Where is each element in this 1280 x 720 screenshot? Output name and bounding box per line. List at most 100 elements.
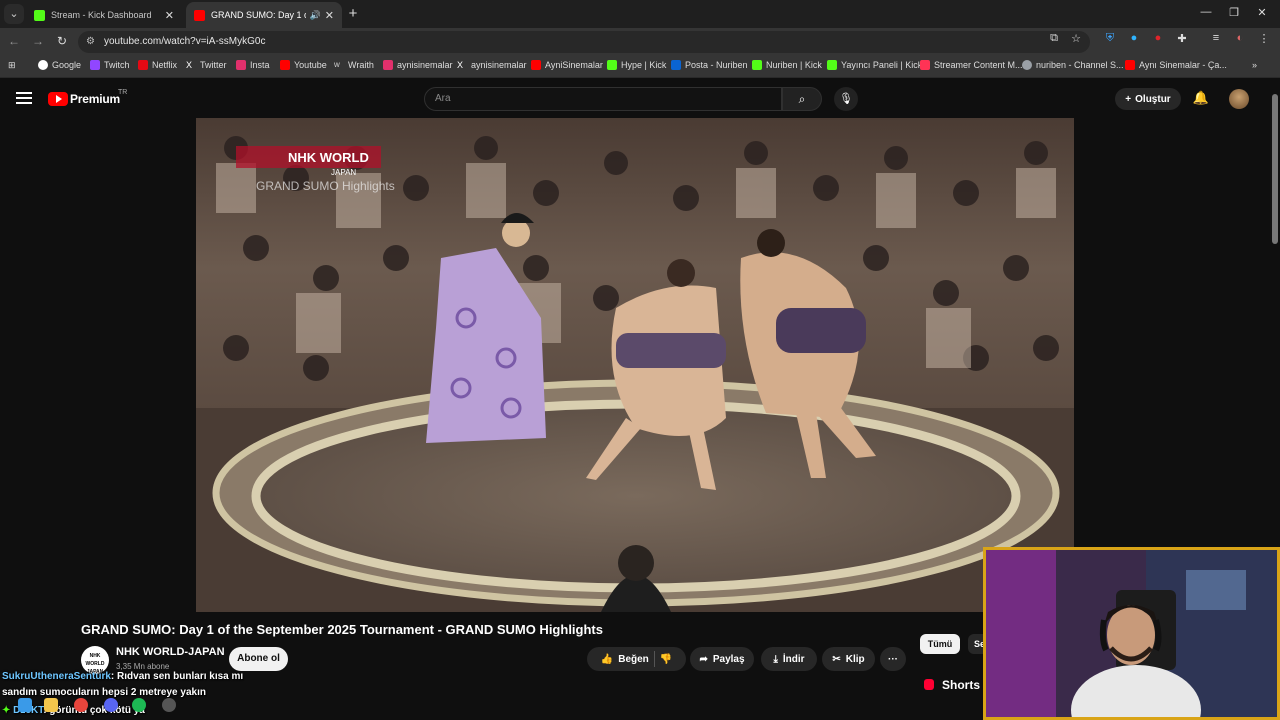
bookmark-ayni-sinemalar[interactable]: Aynı Sinemalar - Ça... [1125, 60, 1227, 70]
new-tab-button[interactable]: + [344, 5, 362, 22]
youtube-brand-label[interactable]: Premium [70, 92, 120, 106]
page-scrollbar-thumb[interactable] [1272, 94, 1278, 244]
share-icon: ➦ [699, 653, 708, 665]
bookmark-label: Twitter [200, 60, 227, 70]
bookmark-posta[interactable]: Posta - Nuriben [671, 60, 748, 70]
x-icon: X [457, 60, 464, 70]
profile-icon[interactable]: ◐ [1232, 32, 1248, 44]
brand-region-label: TR [118, 89, 128, 96]
spotify-icon[interactable] [132, 698, 146, 712]
tab-search-button[interactable]: ⌄ [4, 4, 24, 24]
youtube-logo-icon[interactable] [48, 92, 68, 106]
extension-globe-icon[interactable]: ● [1126, 32, 1142, 44]
bookmark-label: aynisinemalar [471, 60, 527, 70]
channel-avatar[interactable]: NHK WORLD JAPAN [81, 646, 109, 675]
apps-grid-icon[interactable]: ⊞ [8, 60, 16, 71]
bookmark-label: nuriben - Channel S... [1036, 60, 1124, 70]
bookmark-aynisinemalar-x[interactable]: Xaynisinemalar [457, 60, 527, 70]
reload-icon[interactable]: ↻ [54, 34, 70, 48]
scissors-icon: ✂ [832, 653, 841, 665]
file-explorer-icon[interactable] [44, 698, 58, 712]
audio-playing-icon[interactable]: 🔊 [310, 10, 321, 21]
browser-tab-bar: ⌄ Stream - Kick Dashboard ✕ GRAND SUMO: … [0, 0, 1280, 28]
back-icon[interactable]: ← [6, 34, 22, 48]
chrome-icon[interactable] [74, 698, 88, 712]
bookmark-netflix[interactable]: Netflix [138, 60, 177, 70]
wraith-icon: w [334, 60, 340, 69]
bookmark-google[interactable]: Google [38, 60, 81, 70]
bookmark-label: Google [52, 60, 82, 70]
download-button[interactable]: ⤓ İndir [761, 647, 817, 671]
bookmark-label: Aynı Sinemalar - Ça... [1139, 60, 1227, 70]
voice-search-icon[interactable]: 🎙 [834, 87, 858, 111]
extension-red-icon[interactable]: ● [1150, 32, 1166, 44]
like-button[interactable]: 👍 Beğen [601, 654, 649, 665]
bookmark-aynisinemalar-yt[interactable]: AyniSinemalar [531, 60, 603, 70]
obs-icon[interactable] [162, 698, 176, 712]
bookmark-label: Streamer Content M... [934, 60, 1023, 70]
bookmark-nuriben-kick[interactable]: Nuriben | Kick [752, 60, 822, 70]
bookmark-streamer-content[interactable]: Streamer Content M... [920, 60, 1023, 70]
close-tab-icon[interactable]: ✕ [325, 9, 334, 22]
notifications-bell-icon[interactable]: 🔔 [1192, 90, 1210, 106]
bookmark-star-icon[interactable]: ☆ [1068, 32, 1084, 45]
bookmark-aynisinemalar-insta[interactable]: aynisinemalar [383, 60, 453, 70]
bookmark-label: aynisinemalar [397, 60, 453, 70]
discord-icon[interactable] [104, 698, 118, 712]
bookmark-twitch[interactable]: Twitch [90, 60, 130, 70]
bookmark-insta[interactable]: Insta [236, 60, 270, 70]
chip-all[interactable]: Tümü [920, 634, 960, 654]
search-input[interactable]: Ara [424, 87, 782, 111]
site-info-icon[interactable]: ⚙ [86, 31, 95, 53]
clip-button[interactable]: ✂ Klip [822, 647, 875, 671]
bookmark-label: Youtube [294, 60, 327, 70]
divider [653, 651, 655, 667]
more-bookmarks-icon[interactable]: » [1252, 60, 1257, 70]
create-button[interactable]: + Oluştur [1115, 88, 1181, 110]
extension-shield-icon[interactable]: ⛨ [1102, 32, 1118, 45]
shorts-icon [924, 679, 934, 690]
chat-text: : Rıdvan sen bunları kısa mı [110, 671, 244, 682]
shorts-heading: Shorts [942, 678, 981, 692]
chat-message: sandım sumocuların hepsi 2 metreye yakın [2, 687, 402, 698]
more-actions-button[interactable]: ··· [880, 647, 906, 671]
bookmark-channel-settings[interactable]: nuriben - Channel S... [1022, 60, 1124, 70]
kick-icon [827, 60, 837, 70]
bookmark-hype-kick[interactable]: Hype | Kick [607, 60, 666, 70]
menu-hamburger-icon[interactable] [16, 92, 32, 104]
google-icon [38, 60, 48, 70]
close-tab-icon[interactable]: ✕ [165, 9, 174, 22]
channel-icon [1022, 60, 1032, 70]
chat-username: SukruUtheneraSenturk [2, 671, 111, 682]
outlook-icon [671, 60, 681, 70]
bookmark-wraith[interactable]: w Wraith [334, 60, 374, 70]
extensions-puzzle-icon[interactable]: ✚ [1174, 32, 1190, 45]
minimize-icon[interactable]: — [1196, 6, 1216, 18]
close-window-icon[interactable]: ✕ [1252, 6, 1272, 19]
menu-kebab-icon[interactable]: ⋮ [1256, 32, 1272, 45]
bookmark-yayinci-paneli[interactable]: Yayıncı Paneli | Kick [827, 60, 922, 70]
tab-youtube-video[interactable]: GRAND SUMO: Day 1 of the 🔊 ✕ [186, 2, 342, 28]
share-label: Paylaş [712, 653, 745, 665]
dislike-button[interactable]: 👎 [660, 654, 672, 665]
user-avatar[interactable] [1229, 89, 1249, 109]
search-button[interactable]: ⌕ [782, 87, 822, 111]
chat-text: : görüntü çok kötü ya [43, 705, 145, 716]
plus-icon: + [1125, 93, 1132, 105]
restore-icon[interactable]: ❐ [1224, 6, 1244, 19]
share-button[interactable]: ➦ Paylaş [690, 647, 754, 671]
windows-start-icon[interactable] [18, 698, 32, 712]
chat-badge-icon: ✦ [2, 705, 11, 716]
bookmark-twitter[interactable]: X Twitter [186, 60, 227, 70]
install-app-icon[interactable]: ⧉ [1046, 32, 1062, 45]
tab-title: GRAND SUMO: Day 1 of the [211, 10, 306, 20]
media-control-icon[interactable]: ≡ [1208, 32, 1224, 44]
tab-kick-dashboard[interactable]: Stream - Kick Dashboard ✕ [26, 2, 182, 28]
chat-message: ✦ DzeKT: görüntü çok kötü ya [2, 705, 402, 716]
forward-icon[interactable]: → [30, 34, 46, 48]
bookmark-youtube[interactable]: Youtube [280, 60, 327, 70]
channel-name[interactable]: NHK WORLD-JAPAN [116, 646, 225, 658]
address-bar[interactable]: ⚙ youtube.com/watch?v=iA-ssMykG0c [78, 31, 1090, 53]
video-player[interactable]: NHK WORLD JAPAN GRAND SUMO Highlights [196, 118, 1074, 612]
subscribe-button[interactable]: Abone ol [229, 647, 288, 671]
